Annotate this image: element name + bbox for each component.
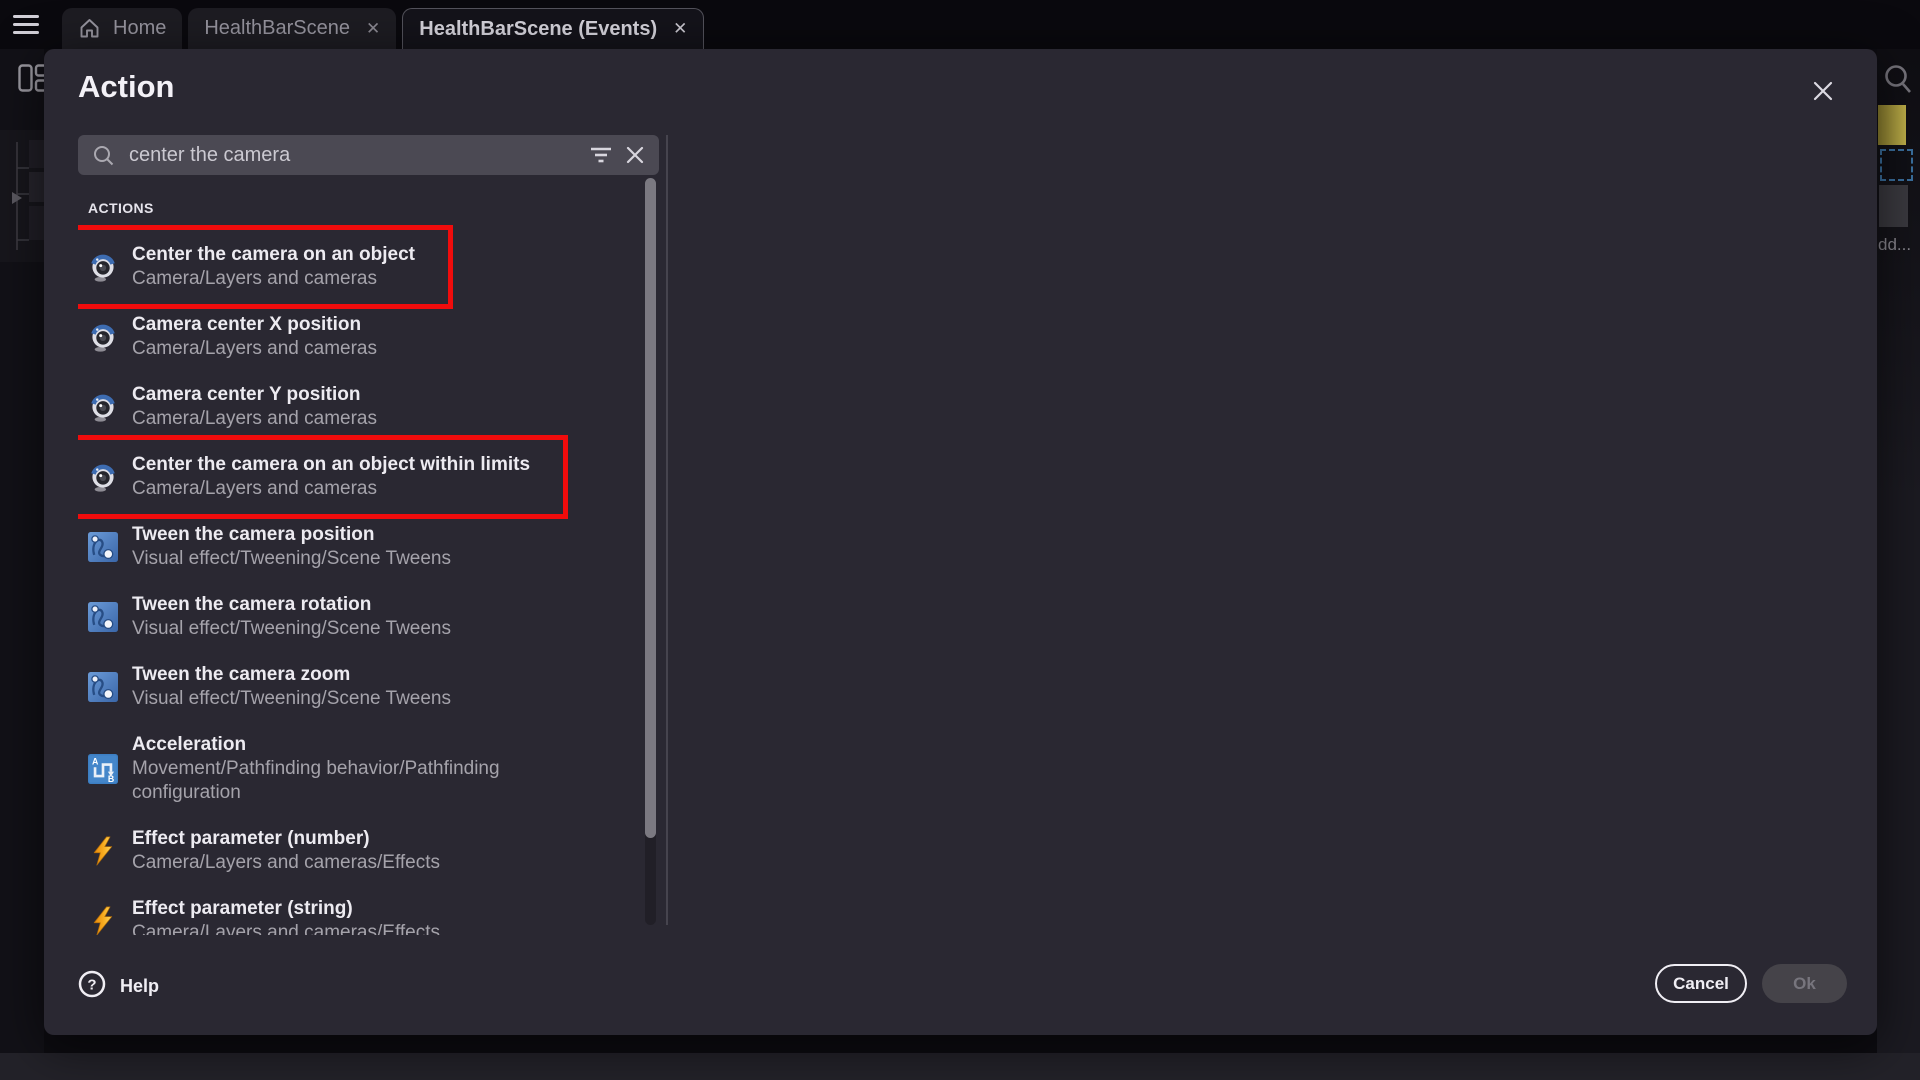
action-list-item[interactable]: Tween the camera positionVisual effect/T… bbox=[78, 512, 461, 582]
background-right-panel: dd... bbox=[1877, 49, 1920, 1053]
action-subtitle: Camera/Layers and cameras bbox=[132, 407, 377, 431]
event-block-fragment bbox=[1878, 105, 1906, 145]
bolt-icon bbox=[88, 836, 118, 866]
tab-label: Home bbox=[113, 17, 166, 40]
close-icon[interactable] bbox=[1809, 77, 1837, 105]
layout-panels-icon bbox=[18, 64, 44, 97]
scrollbar-track[interactable] bbox=[645, 178, 656, 925]
action-item-text: Tween the camera positionVisual effect/T… bbox=[132, 523, 451, 571]
action-title: Acceleration bbox=[132, 733, 594, 757]
scrollbar-thumb[interactable] bbox=[645, 178, 656, 838]
action-subtitle: Camera/Layers and cameras bbox=[132, 477, 530, 501]
column-divider bbox=[666, 135, 668, 925]
help-icon: ? bbox=[78, 970, 106, 1003]
section-label: ACTIONS bbox=[88, 200, 644, 218]
action-subtitle: Movement/Pathfinding behavior/Pathfindin… bbox=[132, 757, 594, 805]
action-list-item[interactable]: Center the camera on an object within li… bbox=[78, 442, 540, 512]
pathfinding-icon: AB bbox=[88, 754, 118, 784]
tab-healthbarscene[interactable]: HealthBarScene ✕ bbox=[188, 8, 396, 49]
action-title: Center the camera on an object bbox=[132, 243, 415, 267]
action-subtitle: Camera/Layers and cameras/Effects bbox=[132, 851, 440, 875]
bolt-icon bbox=[88, 906, 118, 935]
tab-home[interactable]: Home bbox=[62, 8, 182, 49]
app-root: HomeHealthBarScene✕HealthBarScene (Event… bbox=[0, 0, 1920, 1080]
filter-icon[interactable] bbox=[589, 145, 613, 165]
webcam-icon bbox=[88, 462, 118, 492]
menu-icon[interactable] bbox=[13, 15, 39, 34]
svg-text:A: A bbox=[92, 757, 99, 767]
search-icon bbox=[92, 144, 115, 167]
help-label: Help bbox=[120, 976, 159, 997]
tab-label: HealthBarScene bbox=[204, 17, 350, 40]
action-subtitle: Visual effect/Tweening/Scene Tweens bbox=[132, 547, 451, 571]
cancel-button[interactable]: Cancel bbox=[1655, 964, 1747, 1003]
action-list-item[interactable]: Center the camera on an objectCamera/Lay… bbox=[78, 232, 425, 302]
svg-text:?: ? bbox=[87, 977, 96, 994]
tab-close-icon[interactable]: ✕ bbox=[673, 19, 687, 39]
action-item-text: Tween the camera zoomVisual effect/Tween… bbox=[132, 663, 451, 711]
help-button[interactable]: ? Help bbox=[78, 970, 159, 1003]
webcam-icon bbox=[88, 322, 118, 352]
action-item-text: Effect parameter (number)Camera/Layers a… bbox=[132, 827, 440, 875]
webcam-icon bbox=[88, 392, 118, 422]
action-list-item[interactable]: Tween the camera zoomVisual effect/Tween… bbox=[78, 652, 461, 722]
action-list-item[interactable]: Tween the camera rotationVisual effect/T… bbox=[78, 582, 461, 652]
event-block-fragment bbox=[1879, 185, 1908, 227]
action-subtitle: Visual effect/Tweening/Scene Tweens bbox=[132, 617, 451, 641]
truncated-add-text: dd... bbox=[1878, 235, 1911, 255]
action-title: Effect parameter (number) bbox=[132, 827, 440, 851]
tab-label: HealthBarScene (Events) bbox=[419, 18, 657, 41]
tween-icon bbox=[88, 672, 118, 702]
action-item-text: AccelerationMovement/Pathfinding behavio… bbox=[132, 733, 594, 805]
action-subtitle: Camera/Layers and cameras/Effects bbox=[132, 921, 440, 935]
action-title: Tween the camera zoom bbox=[132, 663, 451, 687]
background-left-panel bbox=[0, 49, 44, 1053]
action-subtitle: Camera/Layers and cameras bbox=[132, 267, 415, 291]
tab-bar: HomeHealthBarScene✕HealthBarScene (Event… bbox=[0, 0, 1920, 49]
tab-close-icon[interactable]: ✕ bbox=[366, 19, 380, 39]
home-icon bbox=[78, 17, 101, 40]
action-list-item[interactable]: Camera center Y positionCamera/Layers an… bbox=[78, 372, 387, 442]
action-subtitle: Camera/Layers and cameras bbox=[132, 337, 377, 361]
svg-text:B: B bbox=[108, 774, 114, 784]
action-list-item[interactable]: Camera center X positionCamera/Layers an… bbox=[78, 302, 387, 372]
search-bar bbox=[78, 135, 659, 175]
action-item-text: Center the camera on an object within li… bbox=[132, 453, 530, 501]
action-title: Effect parameter (string) bbox=[132, 897, 440, 921]
drop-target-fragment bbox=[1880, 149, 1913, 181]
action-title: Tween the camera rotation bbox=[132, 593, 451, 617]
action-dialog: Action bbox=[44, 49, 1877, 1035]
action-title: Camera center X position bbox=[132, 313, 377, 337]
tween-icon bbox=[88, 602, 118, 632]
action-list-item[interactable]: Effect parameter (number)Camera/Layers a… bbox=[78, 816, 450, 886]
action-list-item[interactable]: Effect parameter (string)Camera/Layers a… bbox=[78, 886, 450, 935]
action-list: ACTIONS Center the camera on an objectCa… bbox=[78, 200, 644, 935]
action-title: Center the camera on an object within li… bbox=[132, 453, 530, 477]
action-item-text: Effect parameter (string)Camera/Layers a… bbox=[132, 897, 440, 935]
action-item-text: Camera center X positionCamera/Layers an… bbox=[132, 313, 377, 361]
action-item-text: Center the camera on an objectCamera/Lay… bbox=[132, 243, 415, 291]
events-sheet-fragment bbox=[0, 130, 44, 262]
search-input[interactable] bbox=[127, 143, 577, 168]
action-title: Camera center Y position bbox=[132, 383, 377, 407]
tab-healthbarscene-events[interactable]: HealthBarScene (Events) ✕ bbox=[402, 8, 704, 49]
tween-icon bbox=[88, 532, 118, 562]
action-title: Tween the camera position bbox=[132, 523, 451, 547]
action-list-item[interactable]: AB AccelerationMovement/Pathfinding behav… bbox=[78, 722, 604, 816]
dialog-title: Action bbox=[78, 69, 174, 105]
search-icon[interactable] bbox=[1882, 63, 1914, 102]
ok-button[interactable]: Ok bbox=[1762, 964, 1847, 1003]
background-bottom-bar bbox=[0, 1053, 1920, 1080]
tab-list: HomeHealthBarScene✕HealthBarScene (Event… bbox=[62, 8, 704, 49]
webcam-icon bbox=[88, 252, 118, 282]
action-subtitle: Visual effect/Tweening/Scene Tweens bbox=[132, 687, 451, 711]
action-item-text: Camera center Y positionCamera/Layers an… bbox=[132, 383, 377, 431]
clear-search-icon[interactable] bbox=[625, 145, 645, 165]
action-item-text: Tween the camera rotationVisual effect/T… bbox=[132, 593, 451, 641]
